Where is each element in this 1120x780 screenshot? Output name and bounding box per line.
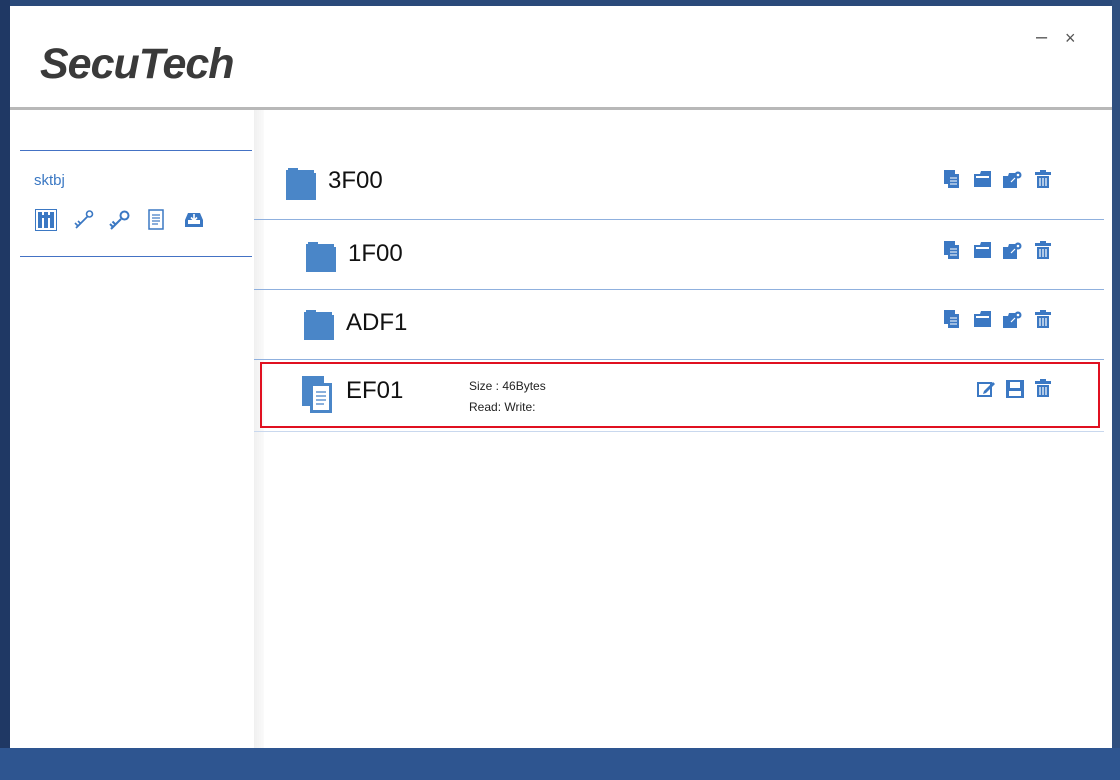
new-folder-icon[interactable]: [974, 311, 992, 327]
row-divider: [254, 359, 1104, 360]
sidebar-divider-bottom: [20, 256, 252, 257]
close-button[interactable]: ×: [1065, 28, 1076, 49]
file-size-label: Size : 46Bytes: [469, 379, 546, 393]
delete-icon[interactable]: [1035, 379, 1051, 397]
download-tray-icon[interactable]: [180, 206, 208, 234]
new-file-icon[interactable]: [944, 310, 960, 328]
row-divider: [254, 219, 1104, 220]
new-folder-icon[interactable]: [974, 242, 992, 258]
new-file-icon[interactable]: [944, 241, 960, 259]
row-divider: [254, 431, 1104, 432]
window-frame-left: [0, 0, 10, 780]
edit-icon[interactable]: [977, 380, 995, 398]
key-folder-icon[interactable]: [1003, 242, 1023, 259]
new-file-icon[interactable]: [944, 170, 960, 188]
folder-icon: [286, 168, 316, 200]
row-divider: [254, 289, 1104, 290]
file-icon: [302, 376, 332, 413]
folder-icon: [304, 310, 334, 340]
delete-icon[interactable]: [1035, 310, 1051, 328]
delete-icon[interactable]: [1035, 241, 1051, 259]
window-frame-right: [1112, 0, 1120, 780]
sidebar-divider-top: [20, 150, 252, 151]
key-folder-icon[interactable]: [1003, 171, 1023, 188]
new-folder-icon[interactable]: [974, 171, 992, 187]
item-name: 3F00: [328, 167, 383, 194]
minimize-button[interactable]: –: [1036, 26, 1047, 49]
sidebar-toolbar: [32, 206, 217, 234]
file-system-icon[interactable]: [32, 206, 60, 234]
folder-icon: [306, 242, 336, 272]
document-icon[interactable]: [143, 206, 171, 234]
save-icon[interactable]: [1006, 380, 1024, 398]
delete-icon[interactable]: [1035, 170, 1051, 188]
status-bar: [0, 748, 1120, 780]
device-name[interactable]: sktbj: [34, 172, 65, 189]
file-access-label: Read: Write:: [469, 400, 536, 414]
keys-icon[interactable]: [106, 206, 134, 234]
item-name: ADF1: [346, 309, 408, 336]
key-folder-icon[interactable]: [1003, 311, 1023, 328]
app-logo: SecuTech: [40, 40, 235, 88]
item-name: 1F00: [348, 240, 403, 267]
sidebar-shadow: [254, 110, 264, 750]
item-name: EF01: [346, 377, 404, 404]
key-icon[interactable]: [69, 206, 97, 234]
